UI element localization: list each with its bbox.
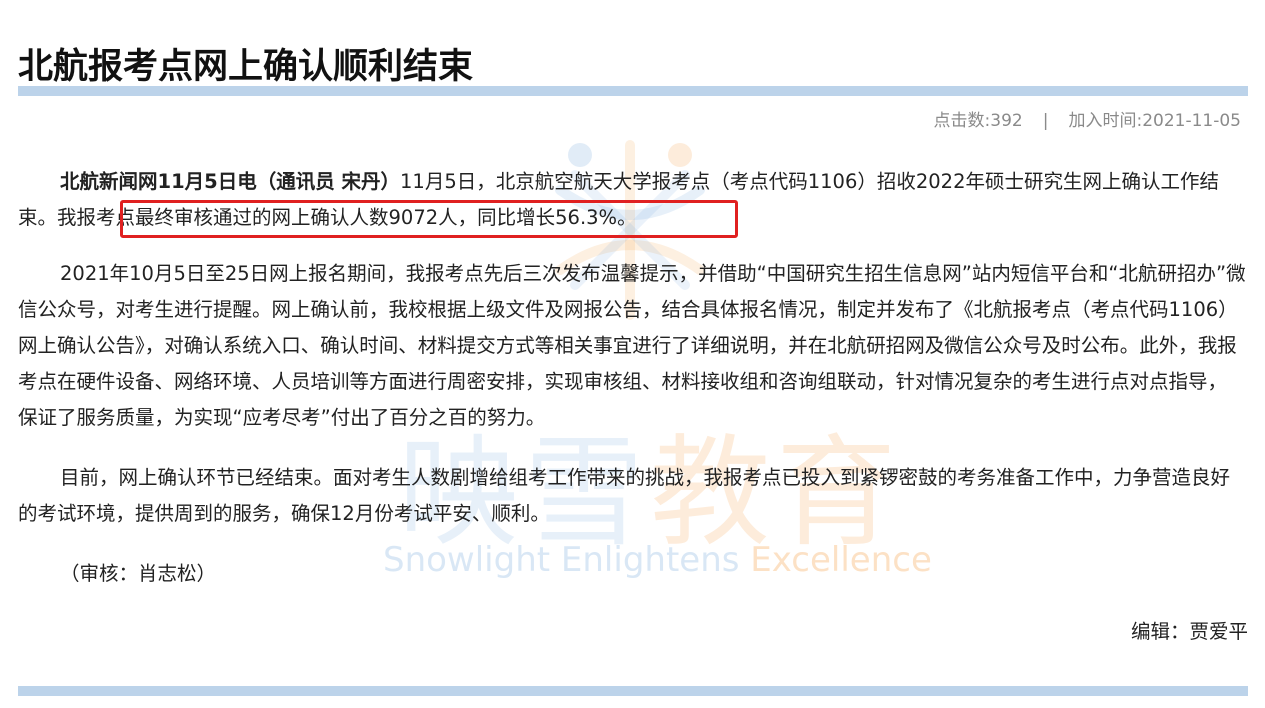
watermark-english: Snowlight Enlightens Excellence bbox=[383, 540, 932, 580]
reviewer-credit: （审核：肖志松） bbox=[60, 562, 217, 585]
article-meta: 点击数:392 | 加入时间:2021-11-05 bbox=[934, 106, 1241, 131]
paragraph-2: 2021年10月5日至25日网上报名期间，我报考点先后三次发布温馨提示，并借助“… bbox=[18, 262, 1246, 429]
watermark-en-orange: Excellence bbox=[750, 540, 932, 580]
highlight-box bbox=[120, 200, 738, 238]
paragraph-3: 目前，网上确认环节已经结束。面对考生人数剧增给组考工作带来的挑战，我报考点已投入… bbox=[18, 466, 1231, 525]
meta-separator: | bbox=[1042, 111, 1049, 131]
footer-divider bbox=[18, 686, 1248, 696]
editor-credit: 编辑：贾爱平 bbox=[1130, 620, 1248, 643]
click-count: 点击数:392 bbox=[933, 111, 1023, 131]
article-title: 北航报考点网上确认顺利结束 bbox=[18, 47, 474, 87]
publish-date: 加入时间:2021-11-05 bbox=[1068, 111, 1241, 131]
watermark-en-blue: Snowlight Enlightens bbox=[383, 540, 751, 580]
title-divider bbox=[18, 86, 1248, 96]
news-lead: 北航新闻网11月5日电（通讯员 宋丹） bbox=[60, 170, 400, 193]
